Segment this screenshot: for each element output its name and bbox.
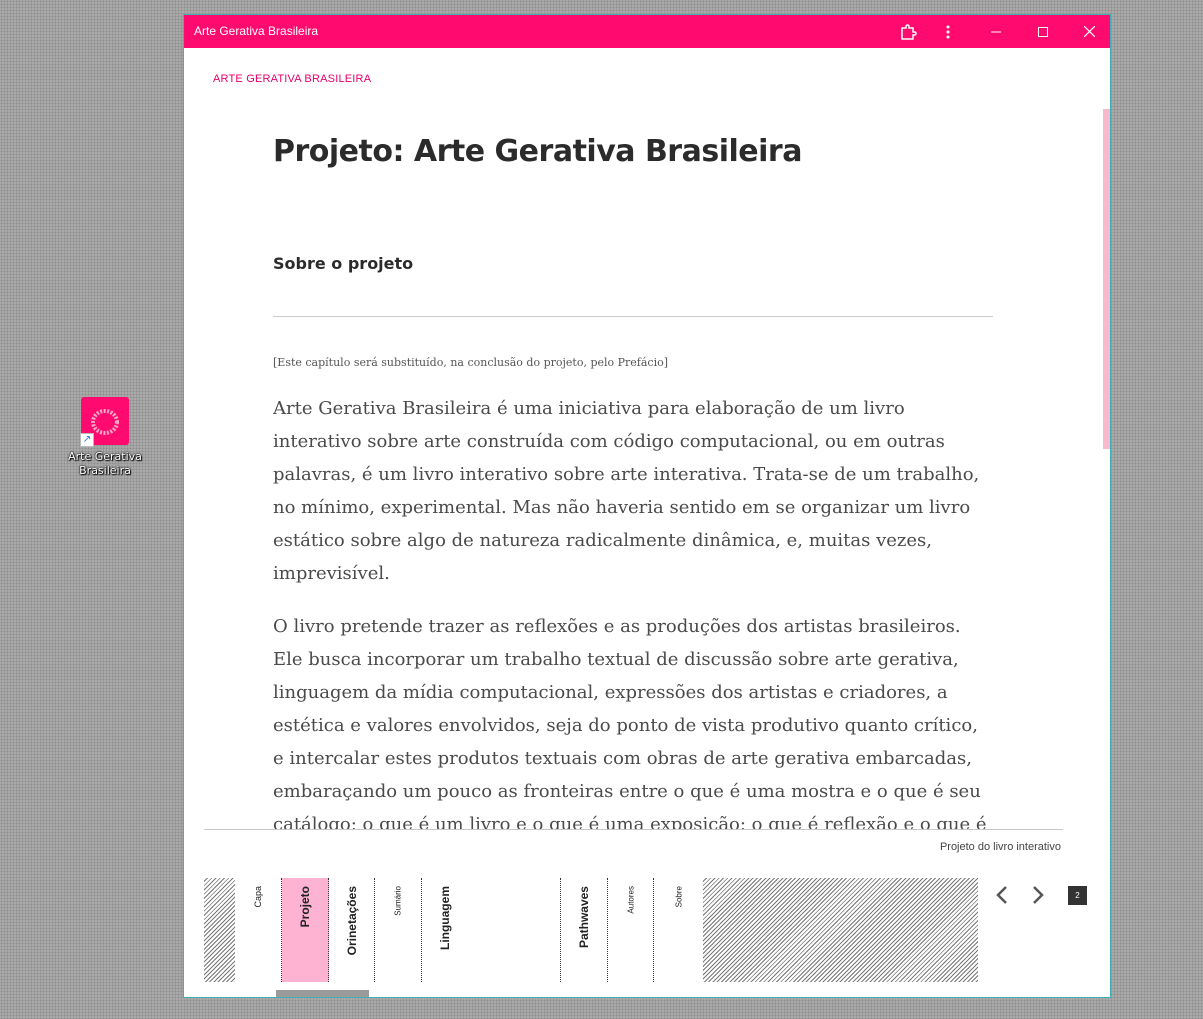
app-window: Arte Gerativa Brasileira ARTE GERATIVA B… [183, 14, 1111, 998]
window-title: Arte Gerativa Brasileira [194, 24, 319, 38]
divider [273, 316, 993, 317]
chapter-tab-capa[interactable]: Capa [235, 878, 282, 982]
page-title: Projeto: Arte Gerativa Brasileira [273, 134, 802, 169]
section-heading: Sobre o projeto [273, 254, 414, 273]
chapter-tab-label: Sumário [393, 886, 403, 916]
chapter-tab-pathwaves[interactable]: Pathwaves [561, 878, 608, 982]
navigator-hatch-left [204, 878, 235, 982]
shortcut-label: Arte Gerativa Brasileira [68, 450, 142, 477]
previous-page-button[interactable] [990, 883, 1014, 907]
chapter-tab-linguagem[interactable]: Linguagem [422, 878, 561, 982]
brand-link[interactable]: ARTE GERATIVA BRASILEIRA [213, 73, 371, 85]
chapter-tab-label: Orinetações [344, 886, 359, 956]
chapter-tab-label: Autores [626, 886, 635, 914]
chapter-tab-label: Capa [253, 886, 263, 908]
maximize-button[interactable] [1021, 15, 1065, 48]
maximize-icon [1038, 26, 1048, 37]
chapter-tab-projeto[interactable]: Projeto [282, 878, 329, 982]
chapter-tab-label: Pathwaves [577, 886, 591, 949]
kebab-menu-icon [946, 25, 950, 38]
paragraph: Arte Gerativa Brasileira é uma iniciativ… [273, 398, 980, 584]
minimize-icon [991, 31, 1001, 32]
page-content: ARTE GERATIVA BRASILEIRA Projeto: Arte G… [184, 48, 1110, 997]
chapter-tab-label: Linguagem [438, 886, 452, 951]
chapter-tab-sobre[interactable]: Sobre [654, 878, 703, 982]
footer-caption: Projeto do livro interativo [939, 841, 1061, 853]
horizontal-scrollbar-thumb[interactable] [276, 990, 369, 997]
close-icon [1083, 26, 1095, 37]
minimize-button[interactable] [974, 15, 1018, 48]
chapter-tab-sumario[interactable]: Sumário [375, 878, 422, 982]
footer-divider [204, 829, 1063, 830]
chevron-right-icon [1033, 886, 1044, 904]
navigator-hatch-right [703, 878, 978, 982]
next-page-button[interactable] [1026, 883, 1050, 907]
vertical-scrollbar-thumb[interactable] [1103, 109, 1110, 449]
chapter-tab-orientacoes[interactable]: Orinetações [329, 878, 375, 982]
chapter-tab-label: Sobre [674, 886, 683, 908]
chapter-note: [Este capítulo será substituído, na conc… [273, 356, 669, 369]
page-number-badge: 2 [1068, 886, 1087, 905]
extension-button[interactable] [886, 15, 930, 48]
shortcut-arrow-icon: ↗ [80, 433, 94, 447]
menu-button[interactable] [926, 15, 970, 48]
paragraph: O livro pretende trazer as reflexões e a… [273, 616, 987, 830]
close-button[interactable] [1067, 15, 1110, 48]
chevron-left-icon [996, 886, 1007, 904]
extension-icon [901, 23, 917, 40]
title-bar[interactable]: Arte Gerativa Brasileira [184, 15, 1110, 48]
chapter-tab-label: Projeto [298, 886, 312, 928]
body-text: Arte Gerativa Brasileira é uma iniciativ… [273, 392, 993, 830]
chapter-navigator: Capa Projeto Orinetações Sumário Linguag… [204, 878, 979, 983]
chapter-tab-autores[interactable]: Autores [608, 878, 654, 982]
